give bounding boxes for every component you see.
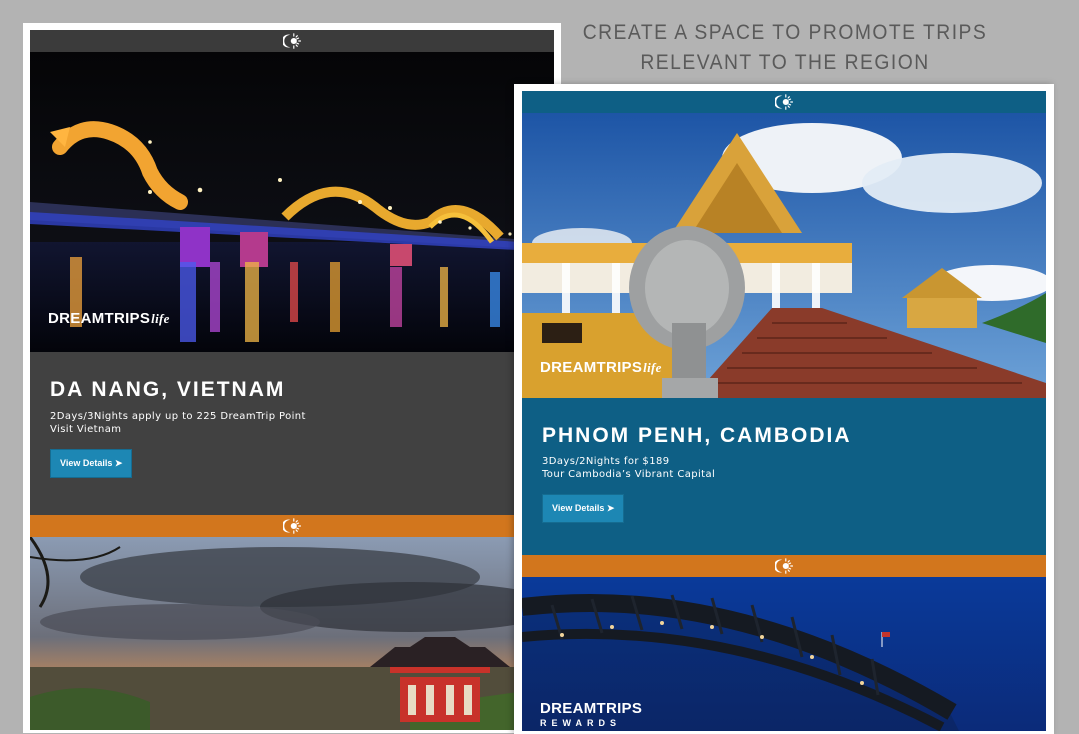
- destination-panel-da-nang: DA NANG, VIETNAM 2Days/3Nights apply up …: [30, 352, 554, 515]
- trip-subtitle-text: Visit Vietnam: [50, 424, 122, 435]
- sun-burst-icon: [775, 557, 793, 575]
- email-body-left: DREAMTRIPSlife DA NANG, VIETNAM 2Days/3N…: [30, 30, 554, 730]
- email-section-bar: [30, 515, 554, 537]
- headline-line-1: CREATE A SPACE TO PROMOTE TRIPS: [582, 21, 988, 44]
- destination-title: DA NANG, VIETNAM: [50, 378, 286, 401]
- trip-offer-text: 3Days/2Nights for $189: [542, 456, 670, 467]
- email-mockup-right: DREAMTRIPSlife PHNOM PENH, CAMBODIA 3Day…: [514, 84, 1054, 734]
- trip-subtitle-text: Tour Cambodia’s Vibrant Capital: [542, 469, 716, 480]
- destination-title: PHNOM PENH, CAMBODIA: [542, 424, 852, 447]
- dreamtrips-rewards-logo: DREAMTRIPS REWARDS: [540, 700, 643, 728]
- view-details-button[interactable]: View Details ➤: [542, 494, 625, 523]
- royal-palace-illustration: [522, 113, 1046, 398]
- sydney-harbour-bridge-photo: DREAMTRIPS REWARDS: [522, 577, 1046, 731]
- sun-burst-icon: [283, 32, 301, 50]
- email-section-bar: [522, 555, 1046, 577]
- dreamtrips-life-logo: DREAMTRIPSlife: [48, 310, 170, 327]
- trip-offer-text: 2Days/3Nights apply up to 225 DreamTrip …: [50, 411, 306, 422]
- dreamtrips-life-logo: DREAMTRIPSlife: [540, 359, 662, 376]
- promo-headline: CREATE A SPACE TO PROMOTE TRIPS RELEVANT…: [578, 18, 992, 78]
- sun-burst-icon: [283, 517, 301, 535]
- headline-line-2: RELEVANT TO THE REGION: [640, 51, 930, 74]
- email-mockup-left: DREAMTRIPSlife DA NANG, VIETNAM 2Days/3N…: [23, 23, 561, 733]
- kyoto-temple-photo: [30, 537, 554, 730]
- temple-sunset-illustration: [30, 537, 554, 730]
- destination-panel-phnom-penh: PHNOM PENH, CAMBODIA 3Days/2Nights for $…: [522, 398, 1046, 555]
- email-body-right: DREAMTRIPSlife PHNOM PENH, CAMBODIA 3Day…: [522, 91, 1046, 731]
- view-details-button[interactable]: View Details ➤: [50, 449, 133, 478]
- sun-burst-icon: [775, 93, 793, 111]
- email-header-bar: [30, 30, 554, 52]
- night-bridge-illustration: [30, 52, 554, 352]
- phnom-penh-palace-photo: DREAMTRIPSlife: [522, 113, 1046, 398]
- email-header-bar: [522, 91, 1046, 113]
- da-nang-bridge-photo: DREAMTRIPSlife: [30, 52, 554, 352]
